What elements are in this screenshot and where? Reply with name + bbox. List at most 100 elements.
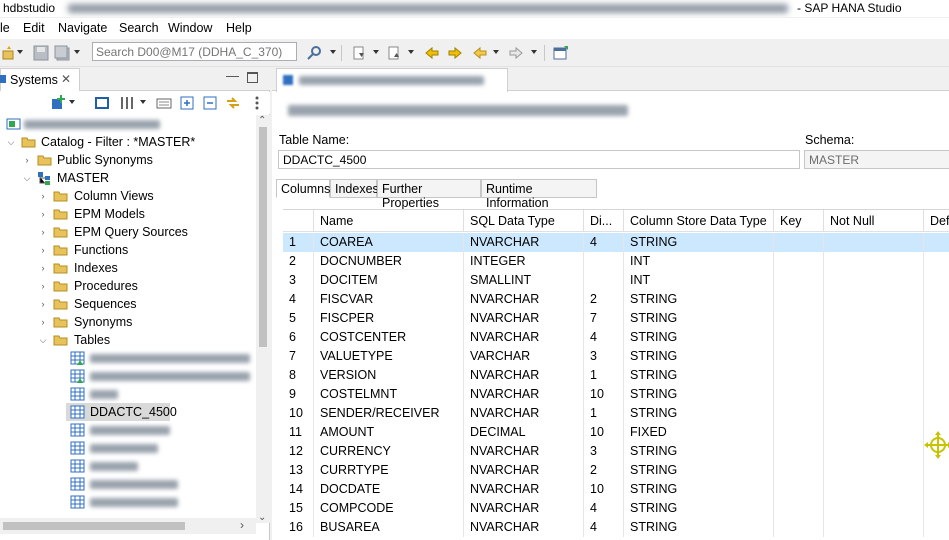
chevron-down-icon[interactable] xyxy=(408,50,414,54)
cell-default[interactable] xyxy=(924,404,949,423)
maximize-icon[interactable] xyxy=(247,72,258,83)
chevron-right-icon[interactable]: › xyxy=(38,187,48,205)
chevron-right-icon[interactable]: › xyxy=(38,241,48,259)
cell-default[interactable] xyxy=(924,290,949,309)
cell-key[interactable] xyxy=(774,233,824,252)
cell-name[interactable]: FISCPER xyxy=(314,309,464,328)
close-icon[interactable]: ✕ xyxy=(61,72,71,86)
cell-name[interactable]: AMOUNT xyxy=(314,423,464,442)
cell-dimension[interactable] xyxy=(584,271,624,290)
cell-rownum[interactable]: 11 xyxy=(283,423,314,442)
cell-not-null[interactable] xyxy=(824,385,924,404)
chevron-down-icon[interactable]: ⌵ xyxy=(38,331,48,349)
cell-sql-type[interactable]: NVARCHAR xyxy=(464,442,584,461)
cell-rownum[interactable]: 9 xyxy=(283,385,314,404)
chevron-down-icon[interactable] xyxy=(330,50,336,54)
cell-rownum[interactable]: 8 xyxy=(283,366,314,385)
cell-dimension[interactable]: 4 xyxy=(584,233,624,252)
cell-dimension[interactable]: 10 xyxy=(584,385,624,404)
cell-key[interactable] xyxy=(774,423,824,442)
cell-not-null[interactable] xyxy=(824,347,924,366)
cell-dimension[interactable]: 7 xyxy=(584,309,624,328)
table-row[interactable]: 11 AMOUNT DECIMAL 10 FIXED xyxy=(283,423,949,442)
cell-default[interactable] xyxy=(924,252,949,271)
menu-file[interactable]: le xyxy=(0,21,10,35)
menu-help[interactable]: Help xyxy=(226,21,252,35)
new-icon[interactable] xyxy=(0,44,17,61)
cell-cs-type[interactable]: STRING xyxy=(624,309,774,328)
cell-default[interactable] xyxy=(924,233,949,252)
cell-default[interactable] xyxy=(924,271,949,290)
cell-name[interactable]: DOCITEM xyxy=(314,271,464,290)
table-row[interactable]: 5 FISCPER NVARCHAR 7 STRING xyxy=(283,309,949,328)
cell-key[interactable] xyxy=(774,347,824,366)
catalog-icon[interactable] xyxy=(155,94,172,111)
cell-dimension[interactable] xyxy=(584,252,624,271)
chevron-down-icon[interactable] xyxy=(493,50,499,54)
cell-name[interactable]: COSTELMNT xyxy=(314,385,464,404)
table-row[interactable]: 14 DOCDATE NVARCHAR 10 STRING xyxy=(283,480,949,499)
tools-icon[interactable] xyxy=(118,94,135,111)
cell-cs-type[interactable]: INT xyxy=(624,271,774,290)
tree-table-item[interactable] xyxy=(0,457,256,475)
cell-rownum[interactable]: 12 xyxy=(283,442,314,461)
cell-not-null[interactable] xyxy=(824,404,924,423)
chevron-down-icon[interactable] xyxy=(140,100,146,104)
tree-tables-folder[interactable]: ⌵ Tables xyxy=(0,331,256,349)
cell-default[interactable] xyxy=(924,309,949,328)
add-system-icon[interactable] xyxy=(49,94,66,111)
tree-catalog[interactable]: ⌵ Catalog - Filter : *MASTER* xyxy=(0,133,256,151)
tab-columns[interactable]: Columns xyxy=(276,179,330,198)
cell-rownum[interactable]: 2 xyxy=(283,252,314,271)
save-all-icon[interactable] xyxy=(53,44,70,61)
forward-edit-icon[interactable] xyxy=(446,44,463,61)
cell-not-null[interactable] xyxy=(824,290,924,309)
table-row[interactable]: 4 FISCVAR NVARCHAR 2 STRING xyxy=(283,290,949,309)
cell-dimension[interactable]: 1 xyxy=(584,404,624,423)
tree-system-node[interactable] xyxy=(0,115,256,133)
collapse-all-icon[interactable] xyxy=(201,94,218,111)
tree-table-item[interactable] xyxy=(0,349,256,367)
table-row[interactable]: 13 CURRTYPE NVARCHAR 2 STRING xyxy=(283,461,949,480)
tree-table-item[interactable] xyxy=(0,367,256,385)
cell-cs-type[interactable]: STRING xyxy=(624,442,774,461)
chevron-down-icon[interactable] xyxy=(74,50,80,54)
cell-not-null[interactable] xyxy=(824,252,924,271)
forward-icon[interactable] xyxy=(507,44,524,61)
cell-cs-type[interactable]: STRING xyxy=(624,366,774,385)
chevron-down-icon[interactable]: ⌵ xyxy=(6,133,16,151)
systems-tab[interactable]: Systems ✕ xyxy=(0,68,80,91)
cell-name[interactable]: COMPCODE xyxy=(314,499,464,518)
cell-sql-type[interactable]: NVARCHAR xyxy=(464,328,584,347)
back-icon[interactable] xyxy=(471,44,488,61)
cell-dimension[interactable]: 10 xyxy=(584,480,624,499)
cell-dimension[interactable]: 2 xyxy=(584,290,624,309)
chevron-right-icon[interactable]: › xyxy=(38,277,48,295)
tree-folder[interactable]: › Synonyms xyxy=(0,313,256,331)
cell-cs-type[interactable]: INT xyxy=(624,252,774,271)
cell-sql-type[interactable]: SMALLINT xyxy=(464,271,584,290)
cell-default[interactable] xyxy=(924,499,949,518)
chevron-down-icon[interactable] xyxy=(69,100,75,104)
cell-sql-type[interactable]: NVARCHAR xyxy=(464,366,584,385)
cell-not-null[interactable] xyxy=(824,233,924,252)
cell-cs-type[interactable]: STRING xyxy=(624,518,774,537)
editor-tab[interactable] xyxy=(276,68,508,92)
chevron-right-icon[interactable]: › xyxy=(38,295,48,313)
cell-sql-type[interactable]: DECIMAL xyxy=(464,423,584,442)
cell-name[interactable]: BUSAREA xyxy=(314,518,464,537)
tree-schema-master[interactable]: ⌵ MASTER xyxy=(0,169,256,187)
table-row[interactable]: 9 COSTELMNT NVARCHAR 10 STRING xyxy=(283,385,949,404)
cell-name[interactable]: CURRTYPE xyxy=(314,461,464,480)
tree-table-item-selected[interactable]: DDACTC_4500 xyxy=(66,403,177,421)
cell-key[interactable] xyxy=(774,366,824,385)
table-row[interactable]: 6 COSTCENTER NVARCHAR 4 STRING xyxy=(283,328,949,347)
tree-folder[interactable]: › Sequences xyxy=(0,295,256,313)
cell-rownum[interactable]: 14 xyxy=(283,480,314,499)
cell-rownum[interactable]: 5 xyxy=(283,309,314,328)
next-annotation-icon[interactable] xyxy=(350,44,367,61)
cell-default[interactable] xyxy=(924,328,949,347)
search-icon[interactable] xyxy=(305,44,322,61)
cell-key[interactable] xyxy=(774,328,824,347)
cell-sql-type[interactable]: NVARCHAR xyxy=(464,385,584,404)
